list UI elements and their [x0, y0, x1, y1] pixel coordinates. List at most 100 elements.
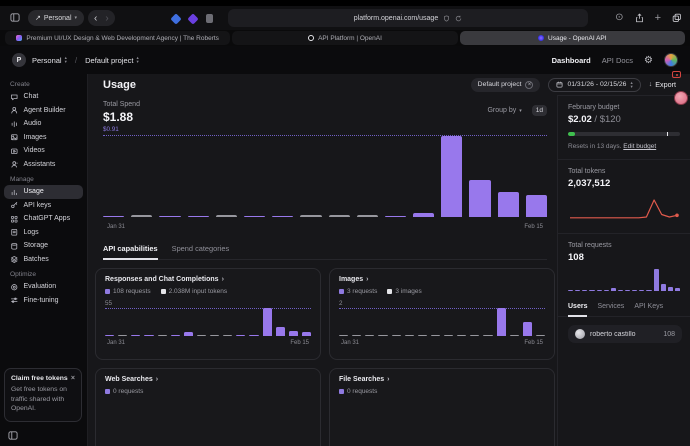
fine-tuning-icon: [10, 296, 19, 305]
calendar-icon: [556, 81, 563, 88]
logs-icon: [10, 228, 19, 237]
reload-icon[interactable]: [455, 15, 462, 22]
bar: [184, 332, 193, 336]
agent-builder-icon: [10, 106, 19, 115]
budget-section: February budget $2.02 / $120 Resets in 1…: [558, 96, 690, 160]
group-by-dropdown[interactable]: Group by ▾: [487, 107, 521, 114]
budget-note: Resets in 13 days. Edit budget: [568, 143, 680, 150]
bar: [618, 290, 623, 292]
bar: [536, 335, 545, 337]
sidebar-item-label: Audio: [24, 120, 42, 127]
extension-icon-purple[interactable]: [187, 13, 198, 24]
sidebar-item-evaluation[interactable]: Evaluation: [4, 280, 83, 294]
gear-icon[interactable]: ⚙: [644, 55, 653, 66]
total-requests-label: Total requests: [568, 242, 680, 249]
card-responses-title[interactable]: Responses and Chat Completions›: [105, 276, 311, 283]
tab-api-keys[interactable]: API Keys: [634, 303, 663, 316]
back-button[interactable]: ‹: [94, 13, 97, 24]
total-requests-bars: [568, 269, 680, 291]
sidebar-item-videos[interactable]: Videos: [4, 144, 83, 158]
screen-share-badge[interactable]: [674, 91, 688, 105]
tab-spend-categories[interactable]: Spend categories: [172, 244, 230, 259]
sidebar-item-api-keys[interactable]: API keys: [4, 199, 83, 213]
total-requests-section: Total requests 108: [558, 234, 690, 295]
sidebar-item-audio[interactable]: Audio: [4, 117, 83, 131]
sidebar-item-assistants[interactable]: Assistants: [4, 158, 83, 172]
edit-budget-link[interactable]: Edit budget: [623, 143, 656, 150]
sidebar-item-chatgpt-apps[interactable]: ChatGPT Apps: [4, 212, 83, 226]
total-tokens-section: Total tokens 2,037,512: [558, 160, 690, 234]
right-panel: February budget $2.02 / $120 Resets in 1…: [557, 95, 690, 446]
sidebar-section-label: Create: [4, 76, 83, 90]
header-nav-api-docs[interactable]: API Docs: [602, 56, 633, 65]
browser-tab[interactable]: Premium UI/UX Design & Web Development A…: [5, 31, 230, 45]
tab-services[interactable]: Services: [597, 303, 624, 316]
tab-api-capabilities[interactable]: API capabilities: [103, 244, 158, 260]
budget-marker: [667, 132, 669, 136]
sidebar-item-fine-tuning[interactable]: Fine-tuning: [4, 294, 83, 308]
tab-users[interactable]: Users: [568, 303, 587, 317]
card-images-title[interactable]: Images›: [339, 276, 545, 283]
bar: [357, 215, 378, 217]
chip-close-icon[interactable]: ×: [525, 81, 533, 89]
address-bar[interactable]: platform.openai.com/usage: [228, 9, 588, 27]
header-nav-dashboard[interactable]: Dashboard: [552, 56, 591, 65]
page-info-icon[interactable]: ⊙: [615, 13, 623, 23]
sidebar-item-storage[interactable]: Storage: [4, 239, 83, 253]
sidebar-item-agent-builder[interactable]: Agent Builder: [4, 104, 83, 118]
new-tab-icon[interactable]: +: [655, 13, 661, 24]
date-range-label: 01/31/26 - 02/15/26: [567, 81, 626, 88]
project-filter-chip[interactable]: Default project ×: [471, 78, 541, 92]
bar: [171, 335, 180, 337]
bar: [249, 335, 258, 337]
sidebar-item-chat[interactable]: Chat: [4, 90, 83, 104]
legend-swatch: [339, 289, 344, 294]
card-file-searches-title[interactable]: File Searches›: [339, 376, 545, 383]
sidebar-item-batches[interactable]: Batches: [4, 253, 83, 267]
org-switcher[interactable]: Personal ▴▾: [32, 56, 67, 65]
user-avatar[interactable]: [664, 53, 678, 67]
bar: [158, 335, 167, 337]
chevron-right-icon: ›: [156, 376, 158, 383]
legend-swatch: [105, 389, 110, 394]
sidebar-item-logs[interactable]: Logs: [4, 226, 83, 240]
tab-overview-icon[interactable]: [672, 13, 682, 23]
app-header: P Personal ▴▾ / Default project ▴▾ ⚙ Das…: [0, 46, 690, 74]
browser-tab[interactable]: Usage - OpenAI API: [460, 31, 685, 45]
browser-tab[interactable]: API Platform | OpenAI: [232, 31, 457, 45]
images-chart: 2 Jan 31Feb 15: [339, 300, 545, 346]
project-switcher[interactable]: Default project ▴▾: [85, 56, 139, 65]
bar: [510, 335, 519, 337]
extension-icon-blue[interactable]: [170, 13, 181, 24]
project-chip-label: Default project: [478, 81, 522, 88]
forward-button[interactable]: ›: [105, 13, 108, 24]
project-name: Default project: [85, 56, 133, 65]
bar: [457, 335, 466, 337]
extension-icon-gray[interactable]: [206, 14, 213, 23]
card-web-searches-title[interactable]: Web Searches›: [105, 376, 311, 383]
bar: [568, 290, 573, 292]
bar: [188, 216, 209, 218]
bar: [675, 288, 680, 291]
legend-input-tokens: 2.038M input tokens: [161, 288, 228, 295]
responses-chart: 55 Jan 31Feb 15: [105, 300, 311, 346]
share-icon[interactable]: [635, 13, 644, 23]
legend-swatch: [387, 289, 392, 294]
sidebar-item-images[interactable]: Images: [4, 131, 83, 145]
user-row[interactable]: roberto castillo108: [568, 325, 682, 343]
bar: [639, 290, 644, 292]
spend-reference-label: $0.91: [103, 126, 119, 133]
users-list: roberto castillo108: [558, 325, 690, 343]
date-range-picker[interactable]: 01/31/26 - 02/15/26 ▴▾: [548, 78, 640, 92]
promo-close-icon[interactable]: ×: [71, 375, 75, 382]
browser-sidebar-toggle-icon[interactable]: [10, 13, 20, 22]
browser-profile-button[interactable]: ↗ Personal ▾: [28, 10, 84, 26]
interval-button[interactable]: 1d: [532, 105, 547, 116]
sidebar-collapse-icon[interactable]: [8, 431, 18, 440]
page-title: Usage: [103, 79, 136, 91]
sidebar-item-usage[interactable]: Usage: [4, 185, 83, 199]
evaluation-icon: [10, 283, 19, 292]
spend-x-axis: Jan 31 Feb 15: [103, 224, 547, 230]
bar: [118, 335, 127, 337]
export-button[interactable]: ↓ Export: [649, 80, 676, 89]
